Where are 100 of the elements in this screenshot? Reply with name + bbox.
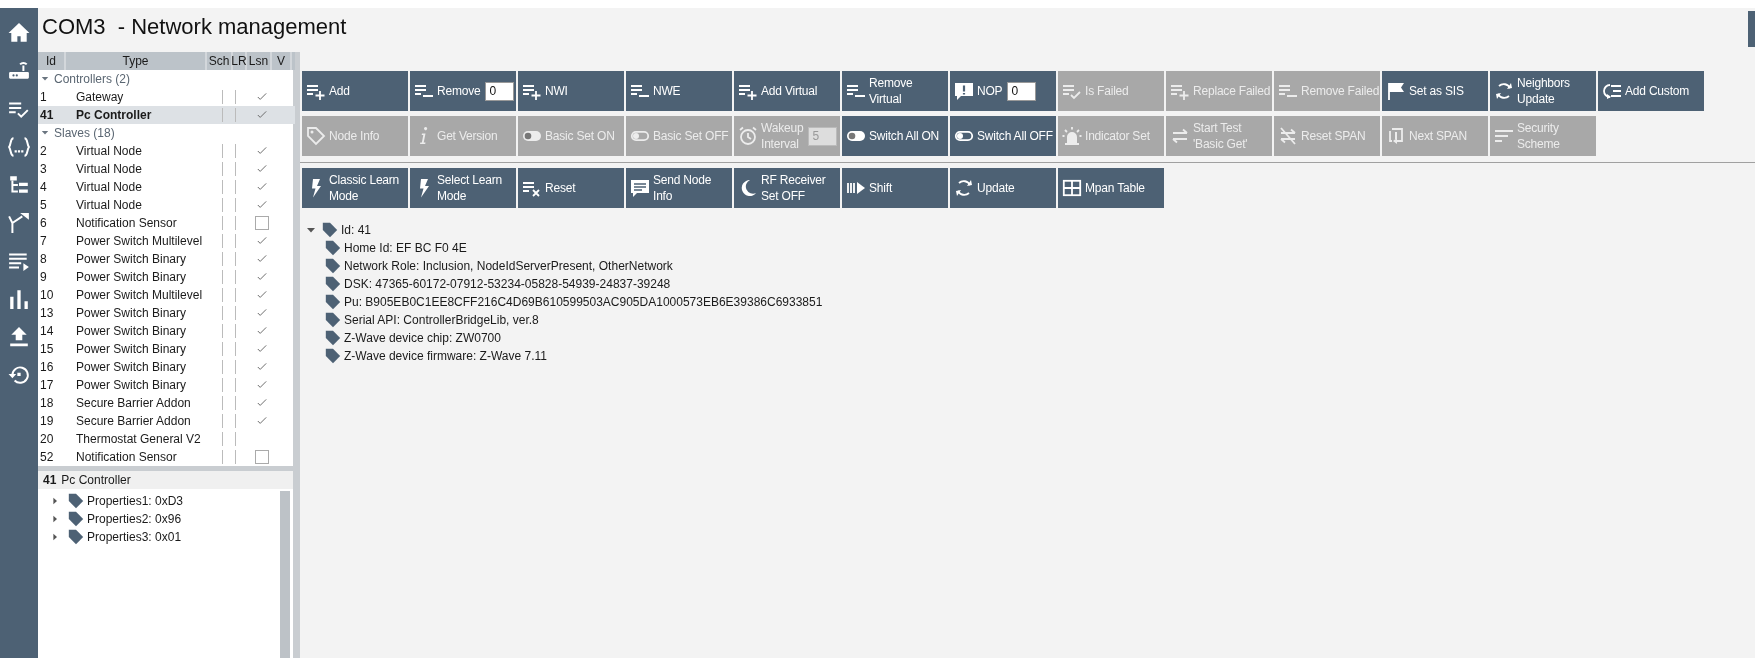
node-row[interactable]: 19 Secure Barrier Addon [38, 412, 295, 430]
toolbar-button[interactable]: Switch All OFF [950, 116, 1056, 156]
tag-icon [325, 258, 341, 274]
toolbar-button[interactable]: Reset [518, 168, 624, 208]
property-item[interactable]: Properties2: 0x96 [87, 512, 182, 526]
flag-icon [1386, 81, 1406, 101]
number-spinner[interactable]: 0 [1007, 81, 1037, 101]
router-icon[interactable] [8, 60, 30, 82]
node-id: 7 [40, 234, 48, 248]
bar-chart-icon[interactable] [8, 288, 30, 310]
tag-icon [325, 294, 341, 310]
tree-icon[interactable] [8, 174, 30, 196]
node-row[interactable]: 41 Pc Controller [38, 106, 295, 124]
toolbar-button[interactable]: Select Learn Mode [410, 168, 516, 208]
toolbar-button[interactable]: Switch All ON [842, 116, 948, 156]
toolbar-button[interactable]: Remove Virtual [842, 71, 948, 111]
column-header[interactable]: LR [233, 52, 247, 70]
property-item[interactable]: Properties1: 0xD3 [87, 494, 184, 508]
column-header[interactable]: V [272, 52, 292, 70]
checkbox[interactable] [254, 216, 269, 230]
fork-icon[interactable] [8, 212, 30, 234]
toolbar-button[interactable]: Add Custom [1598, 71, 1704, 111]
detail-item[interactable]: Z-Wave device chip: ZW0700 [344, 331, 501, 345]
node-type: Power Switch Binary [76, 360, 188, 374]
restore-icon[interactable] [8, 364, 30, 386]
node-type: Virtual Node [76, 180, 143, 194]
node-row[interactable]: 17 Power Switch Binary [38, 376, 295, 394]
node-id: 2 [40, 144, 48, 158]
scrollbar[interactable] [280, 491, 290, 658]
node-id: 10 [40, 288, 55, 302]
detail-item[interactable]: Pu: B905EB0C1EE8CFF216C4D69B610599503AC905DA1000573EB6E39386C6933851 [344, 295, 823, 309]
node-id: 5 [40, 198, 48, 212]
braces-icon[interactable] [8, 136, 30, 158]
node-row[interactable]: 52 Notification Sensor [38, 448, 295, 466]
node-row[interactable]: 14 Power Switch Binary [38, 322, 295, 340]
detail-item[interactable]: Id: 41 [341, 223, 372, 237]
caret-icon[interactable] [306, 225, 316, 235]
group-header[interactable]: Slaves (18) [38, 124, 295, 142]
upload-icon[interactable] [8, 326, 30, 348]
node-id: 3 [40, 162, 48, 176]
sync-icon [954, 178, 974, 198]
toolbar-button[interactable]: RF Receiver Set OFF [734, 168, 840, 208]
node-row[interactable]: 9 Power Switch Binary [38, 268, 295, 286]
number-spinner[interactable]: 0 [485, 81, 515, 101]
column-header[interactable]: Type [66, 52, 207, 70]
property-item[interactable]: Properties3: 0x01 [87, 530, 182, 544]
node-id: 15 [40, 342, 55, 356]
node-type: Virtual Node [76, 162, 143, 176]
node-row[interactable]: 20 Thermostat General V2 [38, 430, 295, 448]
node-row[interactable]: 7 Power Switch Multilevel [38, 232, 295, 250]
node-row[interactable]: 8 Power Switch Binary [38, 250, 295, 268]
list-play-icon[interactable] [8, 250, 30, 272]
node-type: Power Switch Binary [76, 324, 188, 338]
toolbar-button[interactable]: Send Node Info [626, 168, 732, 208]
toolbar-button[interactable]: Add Virtual [734, 71, 840, 111]
node-id: 8 [40, 252, 48, 266]
node-row[interactable]: 3 Virtual Node [38, 160, 295, 178]
node-row[interactable]: 13 Power Switch Binary [38, 304, 295, 322]
node-row[interactable]: 18 Secure Barrier Addon [38, 394, 295, 412]
caret-icon[interactable] [51, 497, 59, 505]
node-row[interactable]: 6 Notification Sensor [38, 214, 295, 232]
sync-icon [1494, 81, 1514, 101]
node-row[interactable]: 16 Power Switch Binary [38, 358, 295, 376]
caret-icon[interactable] [51, 533, 59, 541]
node-row[interactable]: 4 Virtual Node [38, 178, 295, 196]
toolbar-button[interactable]: Shift [842, 168, 948, 208]
detail-item[interactable]: Serial API: ControllerBridgeLib, ver.8 [344, 313, 539, 327]
node-row[interactable]: 10 Power Switch Multilevel [38, 286, 295, 304]
toolbar-button[interactable]: Update [950, 168, 1056, 208]
node-id: 13 [40, 306, 55, 320]
node-row[interactable]: 5 Virtual Node [38, 196, 295, 214]
node-type: Power Switch Binary [76, 342, 188, 356]
detail-item[interactable]: DSK: 47365-60172-07912-53234-05828-54939-24837-39248 [344, 277, 671, 291]
node-id: 19 [40, 414, 55, 428]
node-row[interactable]: 1 Gateway [38, 88, 295, 106]
toolbar-button[interactable]: Add [302, 71, 408, 111]
caret-icon[interactable] [51, 515, 59, 523]
node-row[interactable]: 15 Power Switch Binary [38, 340, 295, 358]
column-header[interactable]: Sch [207, 52, 233, 70]
checkbox[interactable] [254, 450, 269, 464]
node-id: 14 [40, 324, 55, 338]
detail-item[interactable]: Z-Wave device firmware: Z-Wave 7.11 [344, 349, 547, 363]
toolbar-button[interactable]: Classic Learn Mode [302, 168, 408, 208]
detail-item[interactable]: Home Id: EF BC F0 4E [344, 241, 467, 255]
column-header[interactable]: Id [38, 52, 66, 70]
tag-icon [68, 511, 84, 527]
node-row[interactable]: 2 Virtual Node [38, 142, 295, 160]
toolbar-button[interactable]: Set as SIS [1382, 71, 1488, 111]
group-header[interactable]: Controllers (2) [38, 70, 295, 88]
detail-item[interactable]: Network Role: Inclusion, NodeIdServerPresent, OtherNetwork [344, 259, 673, 273]
toolbar-button[interactable]: Neighbors Update [1490, 71, 1596, 111]
custom-list-icon [1602, 81, 1622, 101]
toolbar-button[interactable]: NOP 0 [950, 71, 1056, 111]
node-type: Pc Controller [61, 473, 131, 487]
toolbar-button[interactable]: NWE [626, 71, 732, 111]
home-icon[interactable] [8, 22, 30, 44]
column-header[interactable]: Lsn [247, 52, 272, 70]
toolbar-button[interactable]: Remove 0 [410, 71, 516, 111]
toolbar-button[interactable]: Mpan Table [1058, 168, 1164, 208]
toolbar-button[interactable]: NWI [518, 71, 624, 111]
